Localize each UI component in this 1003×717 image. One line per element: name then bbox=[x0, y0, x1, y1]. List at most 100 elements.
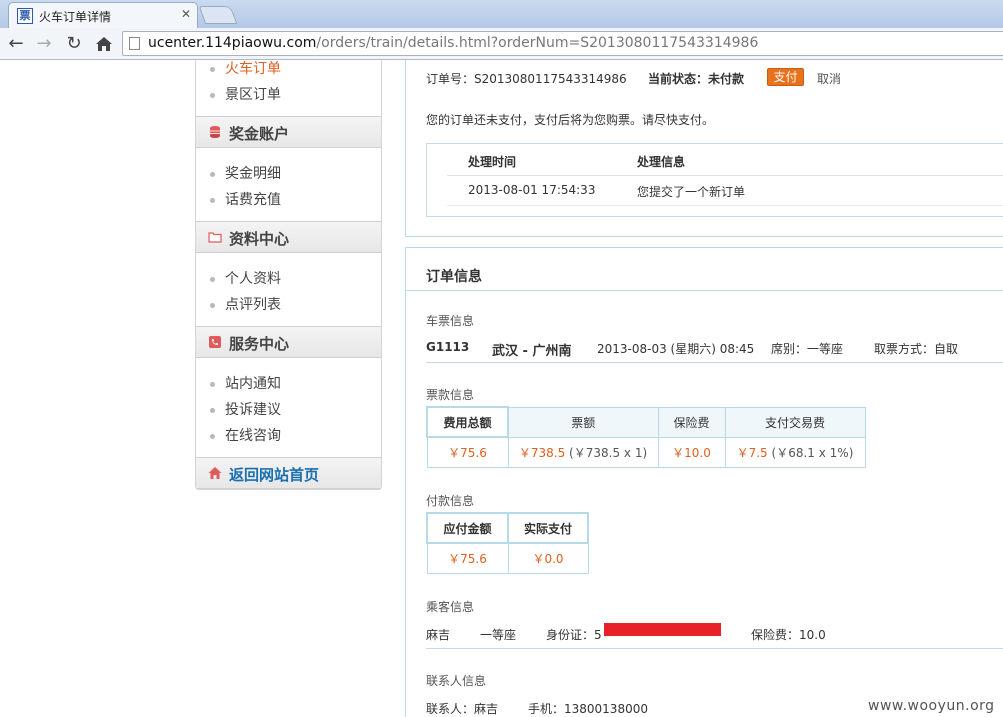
payment-section-label: 付款信息 bbox=[426, 494, 475, 508]
new-tab-button[interactable] bbox=[198, 6, 238, 24]
sidebar-item-phone-recharge[interactable]: 话费充值 bbox=[210, 189, 281, 209]
back-arrow-icon[interactable]: ← bbox=[4, 32, 28, 56]
url-path: /orders/train/details.html?orderNum=S201… bbox=[316, 35, 759, 51]
forward-arrow-icon[interactable]: → bbox=[32, 32, 56, 56]
sidebar-item-reviews[interactable]: 点评列表 bbox=[210, 294, 281, 314]
divider bbox=[426, 362, 1003, 363]
reload-icon[interactable]: ↻ bbox=[62, 32, 86, 56]
sidebar-item-train-orders[interactable]: 火车订单 bbox=[210, 58, 281, 78]
sidebar-section-bonus: 奖金账户 bbox=[196, 116, 381, 148]
sidebar-item-complaints[interactable]: 投诉建议 bbox=[210, 399, 281, 419]
fare-ticket: ￥738.5 bbox=[518, 445, 566, 460]
fare-fee-cell: ￥7.5 (￥68.1 x 1%) bbox=[724, 436, 866, 468]
sidebar-item-personal-info[interactable]: 个人资料 bbox=[210, 268, 281, 288]
sidebar: 火车订单 景区订单 奖金账户 奖金明细 话费充值 资料中心 个人资料 点评列表 … bbox=[195, 60, 382, 490]
contact-name: 联系人：麻吉 bbox=[426, 702, 499, 716]
fare-total: ￥75.6 bbox=[448, 445, 487, 460]
sidebar-section-title: 奖金账户 bbox=[229, 125, 290, 143]
home-icon[interactable] bbox=[92, 32, 116, 56]
bullet-icon bbox=[210, 92, 215, 98]
passenger-insurance: 保险费：10.0 bbox=[751, 628, 826, 642]
bullet-icon bbox=[210, 171, 215, 177]
table-row: ￥75.6 ￥738.5 (￥738.5 x 1) ￥10.0 ￥7.5 (￥6… bbox=[426, 436, 866, 468]
cancel-link[interactable]: 取消 bbox=[817, 70, 841, 87]
fare-header-fee: 支付交易费 bbox=[724, 406, 866, 438]
fare-total-cell: ￥75.6 bbox=[426, 436, 509, 468]
pickup-method: 取票方式：自取 bbox=[874, 342, 959, 356]
home-link-label: 返回网站首页 bbox=[229, 466, 320, 484]
passenger-section-label: 乘客信息 bbox=[426, 600, 475, 614]
payment-due: ￥75.6 bbox=[448, 551, 487, 566]
payment-notice: 您的订单还未支付，支付后将为您购票。请尽快支付。 bbox=[426, 113, 715, 127]
sidebar-section-service: 服务中心 bbox=[196, 326, 381, 358]
sidebar-item-label: 点评列表 bbox=[225, 297, 281, 313]
browser-tab[interactable]: 票 火车订单详情 ✕ bbox=[8, 2, 198, 28]
order-status-panel: 订单号：S2013080117543314986 当前状态：未付款 支付 取消 … bbox=[405, 60, 1003, 237]
bullet-icon bbox=[210, 66, 215, 72]
divider bbox=[426, 648, 1003, 649]
payment-table: 应付金额 实际支付 ￥75.6 ￥0.0 bbox=[426, 512, 589, 574]
process-info: 您提交了一个新订单 bbox=[637, 185, 746, 199]
contact-phone: 手机：13800138000 bbox=[528, 702, 648, 716]
sidebar-item-label: 话费充值 bbox=[225, 192, 281, 208]
fare-insurance: ￥10.0 bbox=[672, 445, 711, 460]
payment-paid: ￥0.0 bbox=[532, 551, 564, 566]
coins-icon bbox=[210, 126, 220, 138]
tab-title: 火车订单详情 bbox=[39, 10, 112, 24]
sidebar-item-label: 奖金明细 bbox=[225, 166, 281, 182]
ticket-favicon-icon: 票 bbox=[17, 8, 33, 24]
divider bbox=[447, 205, 1003, 206]
sidebar-section-title: 资料中心 bbox=[229, 230, 290, 248]
table-row: 应付金额 实际支付 bbox=[426, 512, 589, 544]
browser-toolbar: ← → ↻ ucenter.114piaowu.com/orders/train… bbox=[0, 28, 1003, 60]
sidebar-item-bonus-detail[interactable]: 奖金明细 bbox=[210, 163, 281, 183]
process-time: 2013-08-01 17:54:33 bbox=[468, 183, 596, 197]
train-route: 武汉 - 广州南 bbox=[492, 344, 572, 359]
sidebar-item-scenic-orders[interactable]: 景区订单 bbox=[210, 84, 281, 104]
url-text[interactable]: ucenter.114piaowu.com/orders/train/detai… bbox=[148, 35, 758, 51]
pay-button[interactable]: 支付 bbox=[767, 68, 804, 86]
process-time-header: 处理时间 bbox=[468, 155, 517, 169]
bullet-icon bbox=[210, 407, 215, 413]
url-host: ucenter.114piaowu.com bbox=[148, 35, 317, 51]
passenger-seat: 一等座 bbox=[480, 628, 517, 642]
close-icon[interactable]: ✕ bbox=[181, 7, 191, 21]
order-status: 当前状态：未付款 bbox=[648, 72, 745, 86]
redaction-bar bbox=[604, 623, 721, 636]
fare-insurance-cell: ￥10.0 bbox=[657, 436, 726, 468]
bullet-icon bbox=[210, 276, 215, 282]
divider bbox=[406, 290, 1003, 291]
page-icon bbox=[129, 37, 140, 50]
sidebar-section-profile: 资料中心 bbox=[196, 221, 381, 253]
order-number: 订单号：S2013080117543314986 bbox=[426, 72, 627, 86]
divider bbox=[447, 175, 1003, 176]
process-info-header: 处理信息 bbox=[637, 155, 686, 169]
payment-header-paid: 实际支付 bbox=[507, 512, 589, 544]
sidebar-item-notifications[interactable]: 站内通知 bbox=[210, 373, 281, 393]
payment-paid-cell: ￥0.0 bbox=[507, 542, 589, 574]
seat-class: 席别：一等座 bbox=[771, 342, 844, 356]
fare-table: 费用总额 票额 保险费 支付交易费 ￥75.6 ￥738.5 (￥738.5 x… bbox=[426, 406, 866, 468]
ticket-section-label: 车票信息 bbox=[426, 314, 475, 328]
sidebar-item-label: 火车订单 bbox=[225, 61, 281, 77]
table-row: 费用总额 票额 保险费 支付交易费 bbox=[426, 406, 866, 438]
browser-tabstrip: 票 火车订单详情 ✕ bbox=[0, 0, 1003, 28]
sidebar-item-online-consult[interactable]: 在线咨询 bbox=[210, 425, 281, 445]
address-bar[interactable]: ucenter.114piaowu.com/orders/train/detai… bbox=[122, 31, 1003, 56]
sidebar-home-link[interactable]: 返回网站首页 bbox=[196, 457, 381, 489]
table-row: ￥75.6 ￥0.0 bbox=[426, 542, 589, 574]
bullet-icon bbox=[210, 433, 215, 439]
fare-header-insurance: 保险费 bbox=[657, 406, 726, 438]
contact-section-label: 联系人信息 bbox=[426, 674, 487, 688]
sidebar-item-label: 投诉建议 bbox=[225, 402, 281, 418]
process-log: 处理时间 处理信息 2013-08-01 17:54:33 您提交了一个新订单 bbox=[426, 143, 1003, 217]
fare-ticket-detail: (￥738.5 x 1) bbox=[569, 445, 648, 460]
fare-header-ticket: 票额 bbox=[507, 406, 659, 438]
passenger-name: 麻吉 bbox=[426, 628, 451, 642]
phone-support-icon bbox=[209, 336, 221, 348]
bullet-icon bbox=[210, 381, 215, 387]
home-icon bbox=[208, 467, 222, 479]
order-detail-panel: 订单信息 车票信息 G1113 武汉 - 广州南 2013-08-03 (星期六… bbox=[405, 247, 1003, 717]
folder-icon bbox=[208, 232, 222, 243]
sidebar-item-label: 站内通知 bbox=[225, 376, 281, 392]
